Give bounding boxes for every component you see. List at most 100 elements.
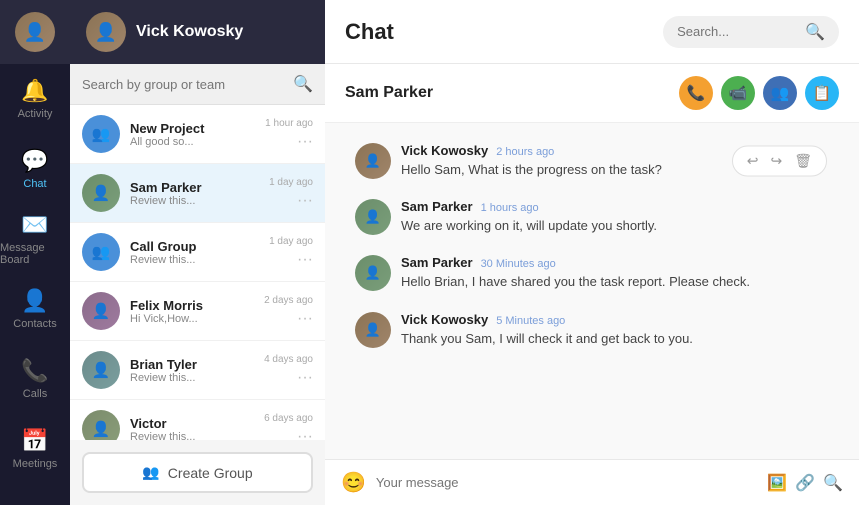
contact-avatar: 👥 bbox=[82, 233, 120, 271]
contact-time: 1 hour ago bbox=[265, 118, 313, 129]
sidebar-item-contacts[interactable]: 👤 Contacts bbox=[0, 274, 70, 344]
sidebar-item-activity[interactable]: 🔔 Activity bbox=[0, 64, 70, 134]
contact-more-icon[interactable]: ··· bbox=[297, 251, 313, 269]
message-avatar: 👤 bbox=[355, 312, 391, 348]
contact-avatar: 👤 bbox=[82, 292, 120, 330]
sidebar-item-meetings[interactable]: 📅 Meetings bbox=[0, 414, 70, 484]
forward-icon[interactable]: ↪ bbox=[766, 151, 786, 172]
activity-label: Activity bbox=[18, 108, 53, 120]
contact-more-icon[interactable]: ··· bbox=[297, 428, 313, 441]
search-icon: 🔍 bbox=[293, 74, 313, 94]
link-icon[interactable]: 🔗 bbox=[795, 473, 815, 493]
message-body: Sam Parker 30 Minutes ago Hello Brian, I… bbox=[401, 255, 829, 291]
emoji-button[interactable]: 😊 bbox=[341, 470, 366, 495]
contact-preview: Review this... bbox=[130, 254, 259, 266]
message-sender: Sam Parker bbox=[401, 255, 473, 270]
contact-time: 4 days ago bbox=[264, 354, 313, 365]
contact-item[interactable]: 👤 Brian Tyler Review this... 4 days ago … bbox=[70, 341, 325, 400]
delete-icon[interactable]: 🗑 bbox=[790, 151, 816, 172]
contacts-label: Contacts bbox=[13, 318, 56, 330]
chat-contact-header: Sam Parker 📞 📹 👥 📋 bbox=[325, 64, 859, 123]
contact-preview: Hi Vick,How... bbox=[130, 313, 254, 325]
contact-info: Victor Review this... bbox=[130, 416, 254, 441]
search-message-icon[interactable]: 🔍 bbox=[823, 473, 843, 493]
chat-icon: 💬 bbox=[21, 148, 48, 174]
contact-info: Brian Tyler Review this... bbox=[130, 357, 254, 384]
contact-avatar: 👥 bbox=[82, 115, 120, 153]
message-meta: Sam Parker 1 hours ago bbox=[401, 199, 829, 214]
chat-search-input[interactable] bbox=[677, 24, 797, 39]
attachment-icon[interactable]: 🖼️ bbox=[767, 473, 787, 493]
message-input[interactable] bbox=[376, 475, 757, 490]
search-input[interactable] bbox=[82, 77, 285, 92]
contact-more-icon[interactable]: ··· bbox=[297, 192, 313, 210]
message-time: 5 Minutes ago bbox=[496, 315, 565, 327]
message-actions: ↩ ↪ 🗑 bbox=[732, 146, 827, 177]
chat-action-buttons: 📞 📹 👥 📋 bbox=[679, 76, 839, 110]
contact-info: Call Group Review this... bbox=[130, 239, 259, 266]
contact-list: 👥 New Project All good so... 1 hour ago … bbox=[70, 105, 325, 440]
reply-icon[interactable]: ↩ bbox=[743, 151, 763, 172]
middle-header: 👤 Vick Kowosky bbox=[70, 0, 325, 64]
video-button[interactable]: 📹 bbox=[721, 76, 755, 110]
contact-info: Felix Morris Hi Vick,How... bbox=[130, 298, 254, 325]
group-call-button[interactable]: 👥 bbox=[763, 76, 797, 110]
notes-button[interactable]: 📋 bbox=[805, 76, 839, 110]
calls-icon: 📞 bbox=[21, 358, 48, 384]
contact-item[interactable]: 👥 Call Group Review this... 1 day ago ··… bbox=[70, 223, 325, 282]
contact-meta: 2 days ago ··· bbox=[264, 295, 313, 328]
contact-preview: Review this... bbox=[130, 195, 259, 207]
sidebar-item-calls[interactable]: 📞 Calls bbox=[0, 344, 70, 414]
chat-contact-name: Sam Parker bbox=[345, 84, 433, 102]
message-sender: Vick Kowosky bbox=[401, 143, 488, 158]
chat-search-icon: 🔍 bbox=[805, 22, 825, 42]
message-time: 2 hours ago bbox=[496, 146, 554, 158]
contact-time: 6 days ago bbox=[264, 413, 313, 424]
header-avatar: 👤 bbox=[86, 12, 126, 52]
contact-meta: 1 day ago ··· bbox=[269, 236, 313, 269]
chat-panel: Chat 🔍 Sam Parker 📞 📹 👥 📋 👤 Vick Kowosky… bbox=[325, 0, 859, 505]
contact-time: 1 day ago bbox=[269, 177, 313, 188]
contact-avatar: 👤 bbox=[82, 351, 120, 389]
create-group-label: Create Group bbox=[168, 465, 253, 481]
message-block: 👤 Sam Parker 1 hours ago We are working … bbox=[345, 191, 839, 243]
activity-icon: 🔔 bbox=[21, 78, 48, 104]
contact-time: 1 day ago bbox=[269, 236, 313, 247]
message-time: 30 Minutes ago bbox=[481, 258, 556, 270]
chat-input-area: 😊 🖼️ 🔗 🔍 bbox=[325, 459, 859, 505]
contact-preview: Review this... bbox=[130, 372, 254, 384]
contact-item[interactable]: 👤 Sam Parker Review this... 1 day ago ··… bbox=[70, 164, 325, 223]
contact-item[interactable]: 👤 Victor Review this... 6 days ago ··· bbox=[70, 400, 325, 440]
message-block: 👤 Vick Kowosky 5 Minutes ago Thank you S… bbox=[345, 304, 839, 356]
contact-meta: 1 day ago ··· bbox=[269, 177, 313, 210]
call-button[interactable]: 📞 bbox=[679, 76, 713, 110]
sidebar-item-message-board[interactable]: ✉️ Message Board bbox=[0, 204, 70, 274]
chat-title: Chat bbox=[345, 19, 651, 45]
message-avatar: 👤 bbox=[355, 199, 391, 235]
contact-more-icon[interactable]: ··· bbox=[297, 133, 313, 151]
create-group-icon: 👥 bbox=[142, 464, 159, 481]
message-text: We are working on it, will update you sh… bbox=[401, 217, 829, 235]
sidebar-item-chat[interactable]: 💬 Chat bbox=[0, 134, 70, 204]
create-group-button[interactable]: 👥 Create Group bbox=[82, 452, 313, 493]
user-name: Vick Kowosky bbox=[136, 23, 243, 41]
messages-area: 👤 Vick Kowosky 2 hours ago Hello Sam, Wh… bbox=[325, 123, 859, 459]
contact-item[interactable]: 👤 Felix Morris Hi Vick,How... 2 days ago… bbox=[70, 282, 325, 341]
nav-profile: 👤 bbox=[0, 0, 70, 64]
contact-more-icon[interactable]: ··· bbox=[297, 310, 313, 328]
contacts-icon: 👤 bbox=[21, 288, 48, 314]
contact-item[interactable]: 👥 New Project All good so... 1 hour ago … bbox=[70, 105, 325, 164]
message-avatar: 👤 bbox=[355, 143, 391, 179]
user-avatar: 👤 bbox=[15, 12, 55, 52]
meetings-icon: 📅 bbox=[21, 428, 48, 454]
message-body: Vick Kowosky 5 Minutes ago Thank you Sam… bbox=[401, 312, 829, 348]
message-board-label: Message Board bbox=[0, 242, 70, 266]
contact-info: Sam Parker Review this... bbox=[130, 180, 259, 207]
contact-info: New Project All good so... bbox=[130, 121, 255, 148]
nav-items: 🔔 Activity 💬 Chat ✉️ Message Board 👤 Con… bbox=[0, 64, 70, 505]
chat-top-bar: Chat 🔍 bbox=[325, 0, 859, 64]
contact-time: 2 days ago bbox=[264, 295, 313, 306]
calls-label: Calls bbox=[23, 388, 47, 400]
contact-more-icon[interactable]: ··· bbox=[297, 369, 313, 387]
message-text: Thank you Sam, I will check it and get b… bbox=[401, 330, 829, 348]
